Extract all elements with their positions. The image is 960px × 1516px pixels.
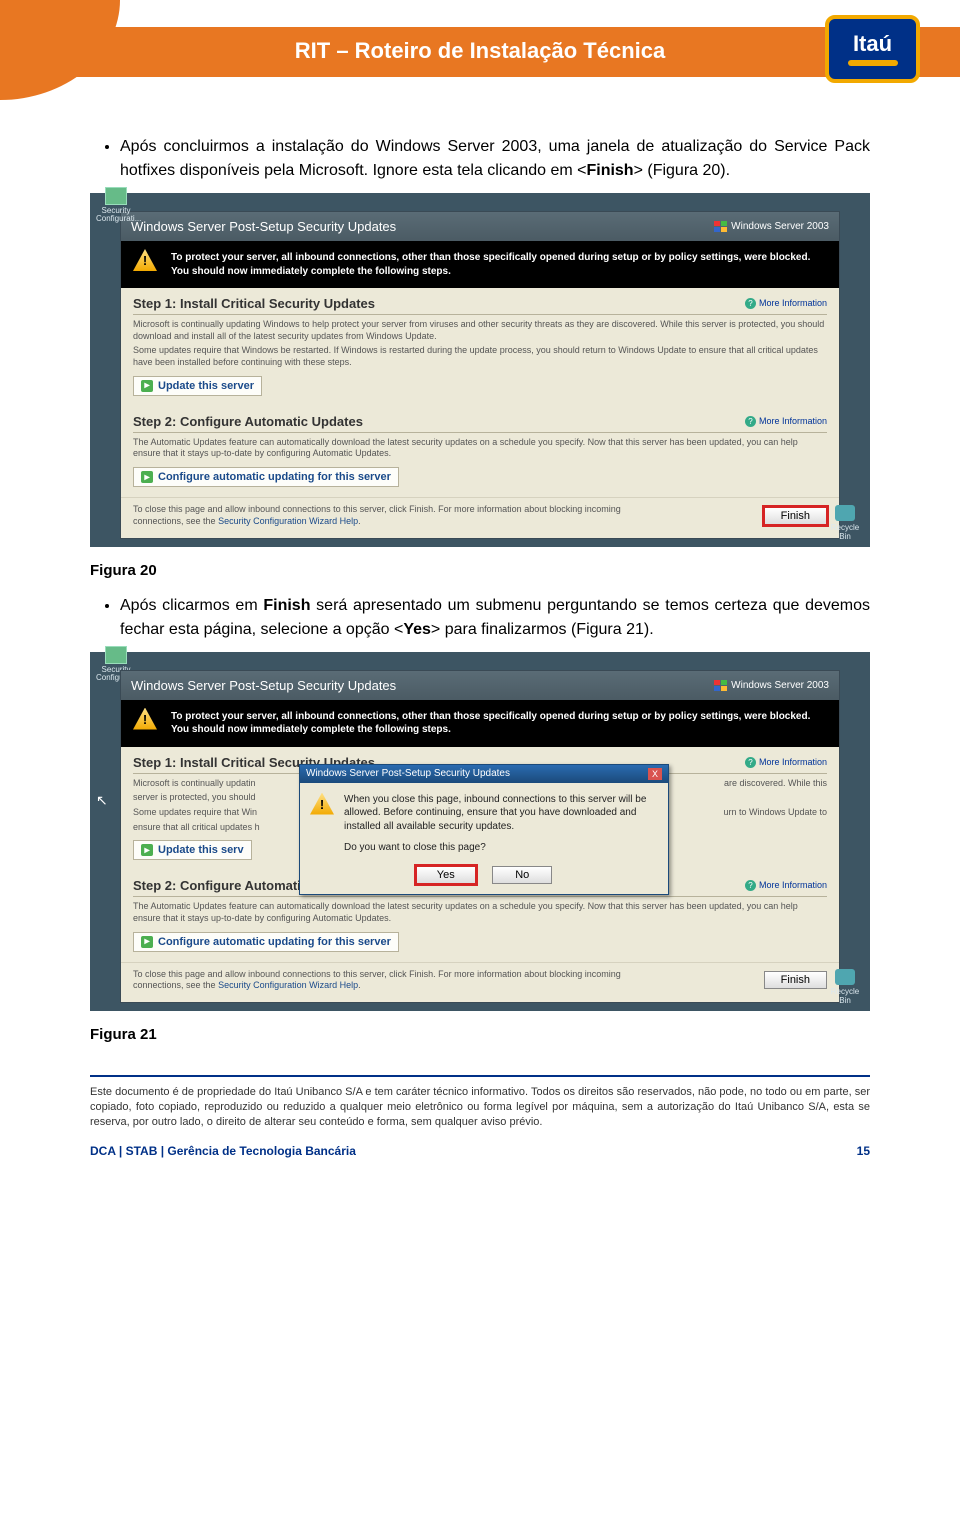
step1-title: Step 1: Install Critical Security Update…	[133, 296, 375, 311]
window-titlebar: Windows Server Post-Setup Security Updat…	[121, 671, 839, 700]
header: RIT – Roteiro de Instalação Técnica Itaú	[0, 0, 960, 100]
wizard-help-link[interactable]: Security Configuration Wizard Help	[218, 516, 358, 526]
more-info-link[interactable]: ?More Information	[745, 757, 827, 768]
finish-button[interactable]: Finish	[764, 507, 827, 525]
more-info-link[interactable]: ?More Information	[745, 416, 827, 427]
paragraph-2: Após clicarmos em Finish será apresentad…	[120, 594, 870, 642]
arrow-icon: ▸	[141, 936, 153, 948]
windows-flag-icon	[714, 680, 727, 691]
help-icon: ?	[745, 880, 756, 891]
figure-21-label: Figura 21	[90, 1026, 870, 1043]
warning-icon: !	[133, 708, 157, 730]
arrow-icon: ▸	[141, 380, 153, 392]
footer-disclaimer: Este documento é de propriedade do Itaú …	[90, 1085, 870, 1130]
footer-left: DCA | STAB | Gerência de Tecnologia Banc…	[90, 1144, 356, 1158]
close-icon[interactable]: X	[648, 768, 662, 780]
itau-logo: Itaú	[825, 15, 920, 83]
dialog-title: Windows Server Post-Setup Security Updat…	[306, 768, 510, 779]
help-icon: ?	[745, 298, 756, 309]
help-icon: ?	[745, 757, 756, 768]
page-number: 15	[857, 1144, 870, 1158]
warning-banner: ! To protect your server, all inbound co…	[121, 700, 839, 747]
screenshot-figura-21: Security Configurati... ↖ Windows Server…	[90, 652, 870, 1012]
window-titlebar: Windows Server Post-Setup Security Updat…	[121, 212, 839, 241]
screenshot-figura-20: Security Configurati... Windows Server P…	[90, 193, 870, 547]
confirm-close-dialog: Windows Server Post-Setup Security Updat…	[299, 764, 669, 895]
paragraph-1: Após concluirmos a instalação do Windows…	[120, 135, 870, 183]
more-info-link[interactable]: ?More Information	[745, 880, 827, 891]
cursor-icon: ↖	[96, 792, 108, 809]
doc-title: RIT – Roteiro de Instalação Técnica	[0, 38, 960, 64]
step2-title: Step 2: Configure Automatic Updates	[133, 414, 363, 429]
figure-20-label: Figura 20	[90, 562, 870, 579]
security-config-icon: Security Configurati...	[96, 187, 136, 217]
help-icon: ?	[745, 416, 756, 427]
warning-icon: !	[133, 249, 157, 271]
wizard-help-link[interactable]: Security Configuration Wizard Help	[218, 980, 358, 990]
no-button[interactable]: No	[492, 866, 552, 884]
recycle-bin-icon: Recycle Bin	[830, 969, 860, 1005]
yes-button[interactable]: Yes	[416, 866, 476, 884]
arrow-icon: ▸	[141, 471, 153, 483]
configure-updates-button[interactable]: ▸Configure automatic updating for this s…	[133, 932, 399, 952]
finish-button[interactable]: Finish	[764, 971, 827, 989]
update-server-button[interactable]: ▸Update this server	[133, 376, 262, 396]
configure-updates-button[interactable]: ▸Configure automatic updating for this s…	[133, 467, 399, 487]
update-server-button[interactable]: ▸Update this serv	[133, 840, 252, 860]
recycle-bin-icon: Recycle Bin	[830, 505, 860, 541]
more-info-link[interactable]: ?More Information	[745, 298, 827, 309]
warning-banner: ! To protect your server, all inbound co…	[121, 241, 839, 288]
windows-flag-icon	[714, 221, 727, 232]
warning-icon: !	[310, 793, 334, 815]
arrow-icon: ▸	[141, 844, 153, 856]
